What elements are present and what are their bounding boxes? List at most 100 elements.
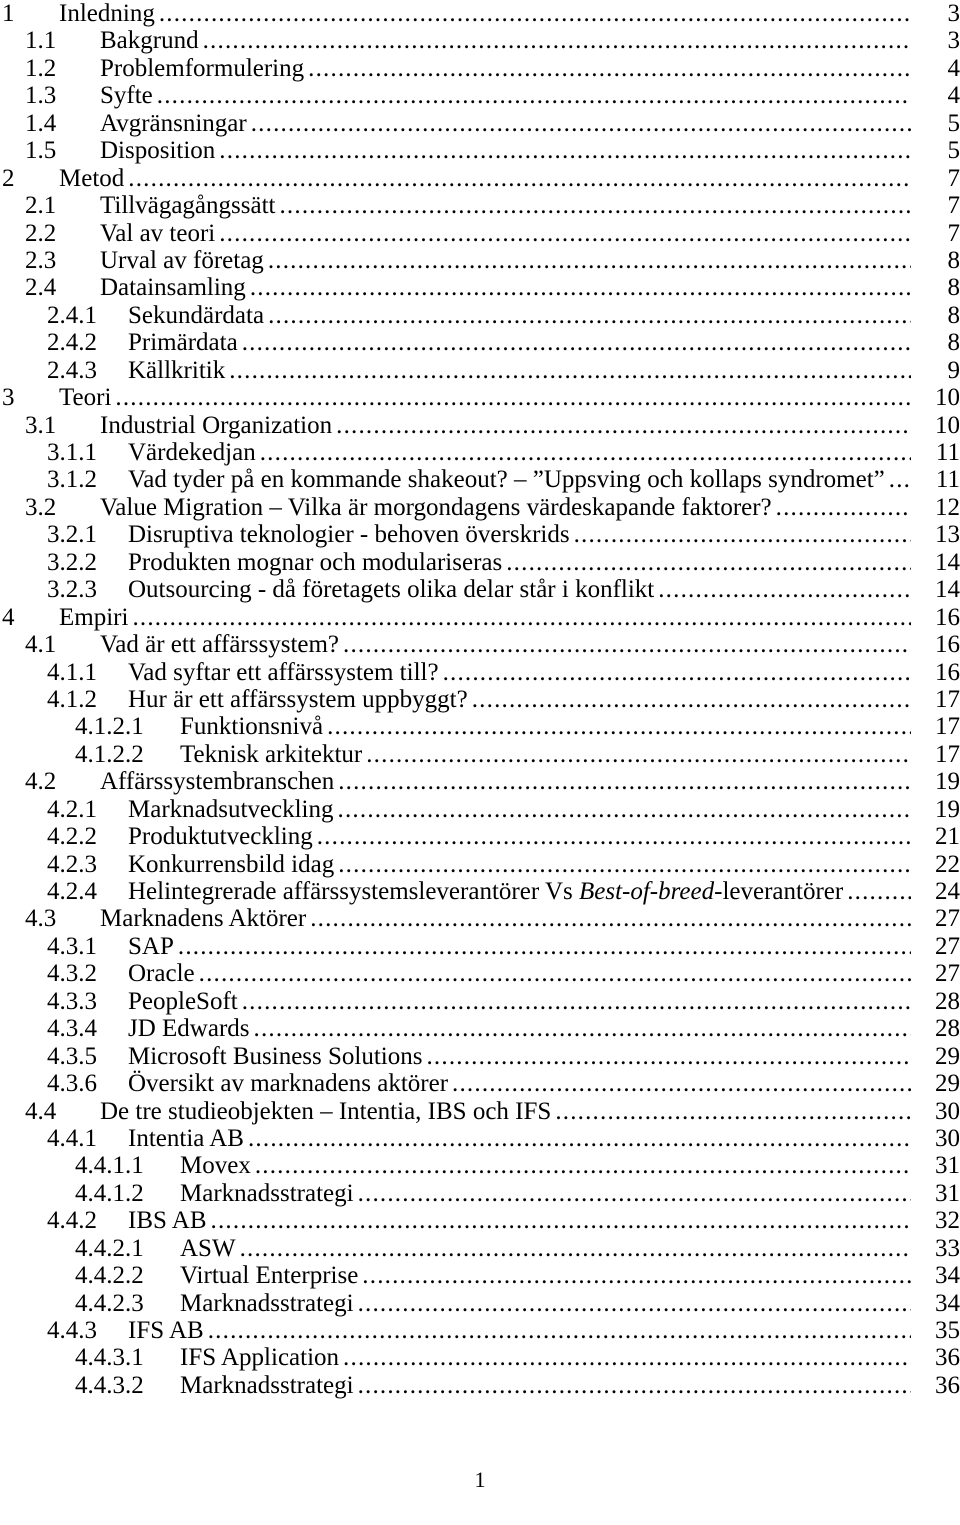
toc-dot-leader: [426, 1043, 911, 1070]
toc-entry[interactable]: 4.2.3 Konkurrensbild idag 22: [0, 851, 960, 878]
toc-entry-page-number: 4: [947, 54, 960, 82]
toc-entry-title: ASW: [180, 1234, 236, 1262]
toc-entry-number: 4.4.1: [47, 1124, 97, 1152]
toc-entry-page-number: 27: [935, 932, 960, 960]
toc-entry[interactable]: 2.1 Tillvägagångssätt 7: [0, 192, 960, 219]
toc-entry[interactable]: 4.4.2.3 Marknadsstrategi 34: [0, 1290, 960, 1317]
toc-entry-title: Vad syftar ett affärssystem till?: [128, 658, 439, 686]
toc-entry[interactable]: 1 Inledning 3: [0, 0, 960, 27]
toc-entry[interactable]: 4.3.4 JD Edwards 28: [0, 1015, 960, 1042]
toc-entry-page-number: 11: [935, 439, 960, 466]
toc-dot-leader: [358, 1372, 911, 1399]
toc-entry[interactable]: 2.4.1 Sekundärdata 8: [0, 302, 960, 329]
toc-entry-number: 3.2: [25, 493, 57, 521]
toc-entry-title: Teknisk arkitektur: [180, 740, 363, 768]
toc-entry[interactable]: 2 Metod 7: [0, 165, 960, 192]
toc-entry-page-number: 28: [935, 987, 960, 1015]
toc-entry-title: IFS AB: [128, 1317, 204, 1344]
toc-entry-number: 2.1: [25, 192, 57, 220]
toc-entry-number: 2.4.1: [47, 301, 97, 329]
toc-entry[interactable]: 4.3.6 Översikt av marknadens aktörer 29: [0, 1070, 960, 1097]
toc-entry-page-number: 36: [935, 1371, 960, 1399]
toc-entry[interactable]: 1.1 Bakgrund 3: [0, 27, 960, 54]
toc-entry-page-number: 9: [947, 356, 960, 384]
toc-entry[interactable]: 4.2.2 Produktutveckling 21: [0, 823, 960, 850]
toc-dot-leader: [128, 165, 911, 192]
toc-entry[interactable]: 1.3 Syfte 4: [0, 82, 960, 109]
toc-entry[interactable]: 1.4 Avgränsningar 5: [0, 110, 960, 137]
table-of-contents: 1 Inledning 3 1.1 Bakgrund 3 1.2 Problemformule…: [0, 0, 960, 1399]
toc-entry[interactable]: 3.2.3 Outsourcing - då företagets olika d…: [0, 576, 960, 603]
toc-entry[interactable]: 2.4 Datainsamling 8: [0, 274, 960, 301]
toc-entry[interactable]: 4.4.1.2 Marknadsstrategi 31: [0, 1180, 960, 1207]
toc-entry-page-number: 31: [935, 1152, 960, 1180]
toc-entry[interactable]: 3.1.2 Vad tyder på en kommande shakeout? …: [0, 466, 960, 493]
toc-entry[interactable]: 4.2.1 Marknadsutveckling 19: [0, 796, 960, 823]
toc-entry-page-number: 14: [935, 576, 960, 604]
toc-entry-number: 3: [2, 384, 15, 412]
toc-entry[interactable]: 2.4.2 Primärdata 8: [0, 329, 960, 356]
toc-entry[interactable]: 4.4.2.2 Virtual Enterprise 34: [0, 1262, 960, 1289]
toc-entry-title: Primärdata: [128, 329, 238, 357]
toc-entry[interactable]: 4.3.3 PeopleSoft 28: [0, 988, 960, 1015]
toc-entry[interactable]: 3.2.2 Produkten mognar och modulariseras 1…: [0, 549, 960, 576]
toc-entry-title: Syfte: [100, 82, 153, 110]
toc-entry-page-number: 8: [947, 274, 960, 302]
toc-entry[interactable]: 4.3 Marknadens Aktörer 27: [0, 905, 960, 932]
toc-entry[interactable]: 4.2.4 Helintegrerade affärssystemsleveran…: [0, 878, 960, 905]
toc-entry[interactable]: 1.2 Problemformulering 4: [0, 55, 960, 82]
toc-entry[interactable]: 2.3 Urval av företag 8: [0, 247, 960, 274]
toc-entry[interactable]: 4.1 Vad är ett affärssystem? 16: [0, 631, 960, 658]
toc-entry-title: Översikt av marknadens aktörer: [128, 1070, 449, 1098]
toc-entry-number: 2.4: [25, 274, 57, 302]
toc-entry[interactable]: 3.1 Industrial Organization 10: [0, 412, 960, 439]
toc-entry[interactable]: 2.2 Val av teori 7: [0, 220, 960, 247]
toc-entry[interactable]: 3.2.1 Disruptiva teknologier - behoven öv…: [0, 521, 960, 548]
toc-entry[interactable]: 4.4.1.1 Movex 31: [0, 1152, 960, 1179]
toc-entry-title: Oracle: [128, 960, 195, 988]
toc-entry-page-number: 7: [947, 192, 960, 220]
toc-entry-page-number: 24: [935, 878, 960, 905]
toc-entry-page-number: 19: [935, 795, 960, 823]
toc-entry-number: 1.1: [25, 27, 57, 55]
toc-entry[interactable]: 4.4 De tre studieobjekten – Intentia, IBS…: [0, 1098, 960, 1125]
toc-entry[interactable]: 2.4.3 Källkritik 9: [0, 357, 960, 384]
toc-entry-title: Outsourcing - då företagets olika delar …: [128, 576, 655, 604]
toc-entry[interactable]: 4.2 Affärssystembranschen 19: [0, 768, 960, 795]
toc-entry-title: Konkurrensbild idag: [128, 850, 335, 878]
toc-dot-leader: [279, 192, 911, 219]
toc-entry[interactable]: 1.5 Disposition 5: [0, 137, 960, 164]
toc-entry[interactable]: 3.2 Value Migration – Vilka är morgondage…: [0, 494, 960, 521]
toc-dot-leader: [208, 1317, 911, 1344]
toc-entry[interactable]: 4.4.3.1 IFS Application 36: [0, 1344, 960, 1371]
toc-entry-title: Affärssystembranschen: [100, 768, 335, 796]
toc-entry-number: 4.3.4: [47, 1015, 97, 1043]
toc-entry[interactable]: 4.1.2.1 Funktionsnivå 17: [0, 713, 960, 740]
toc-entry[interactable]: 4.4.3 IFS AB 35: [0, 1317, 960, 1344]
toc-dot-leader: [242, 988, 911, 1015]
toc-entry-number: 4.3.6: [47, 1070, 97, 1098]
toc-entry-number: 4.4: [25, 1097, 57, 1125]
toc-entry[interactable]: 4.4.1 Intentia AB 30: [0, 1125, 960, 1152]
toc-entry-number: 4.3.2: [47, 960, 97, 988]
toc-entry-number: 4.2.4: [47, 878, 97, 905]
toc-entry[interactable]: 4.3.2 Oracle 27: [0, 960, 960, 987]
toc-entry[interactable]: 4 Empiri 16: [0, 604, 960, 631]
toc-entry-page-number: 16: [935, 658, 960, 686]
toc-entry[interactable]: 4.1.2 Hur är ett affärssystem uppbyggt? 17: [0, 686, 960, 713]
toc-entry[interactable]: 4.3.5 Microsoft Business Solutions 29: [0, 1043, 960, 1070]
toc-entry[interactable]: 4.4.2 IBS AB 32: [0, 1207, 960, 1234]
toc-dot-leader: [366, 741, 911, 768]
toc-entry[interactable]: 4.4.2.1 ASW 33: [0, 1235, 960, 1262]
toc-dot-leader: [338, 796, 911, 823]
toc-entry-page-number: 7: [947, 219, 960, 247]
toc-entry-title: Funktionsnivå: [180, 713, 324, 741]
toc-entry-title: Teori: [59, 384, 112, 412]
toc-entry[interactable]: 4.1.1 Vad syftar ett affärssystem till? 16: [0, 659, 960, 686]
toc-entry[interactable]: 4.4.3.2 Marknadsstrategi 36: [0, 1372, 960, 1399]
toc-entry[interactable]: 3 Teori 10: [0, 384, 960, 411]
toc-entry-title: Virtual Enterprise: [180, 1262, 359, 1290]
toc-entry[interactable]: 4.1.2.2 Teknisk arkitektur 17: [0, 741, 960, 768]
toc-entry[interactable]: 4.3.1 SAP 27: [0, 933, 960, 960]
toc-entry[interactable]: 3.1.1 Värdekedjan 11: [0, 439, 960, 466]
